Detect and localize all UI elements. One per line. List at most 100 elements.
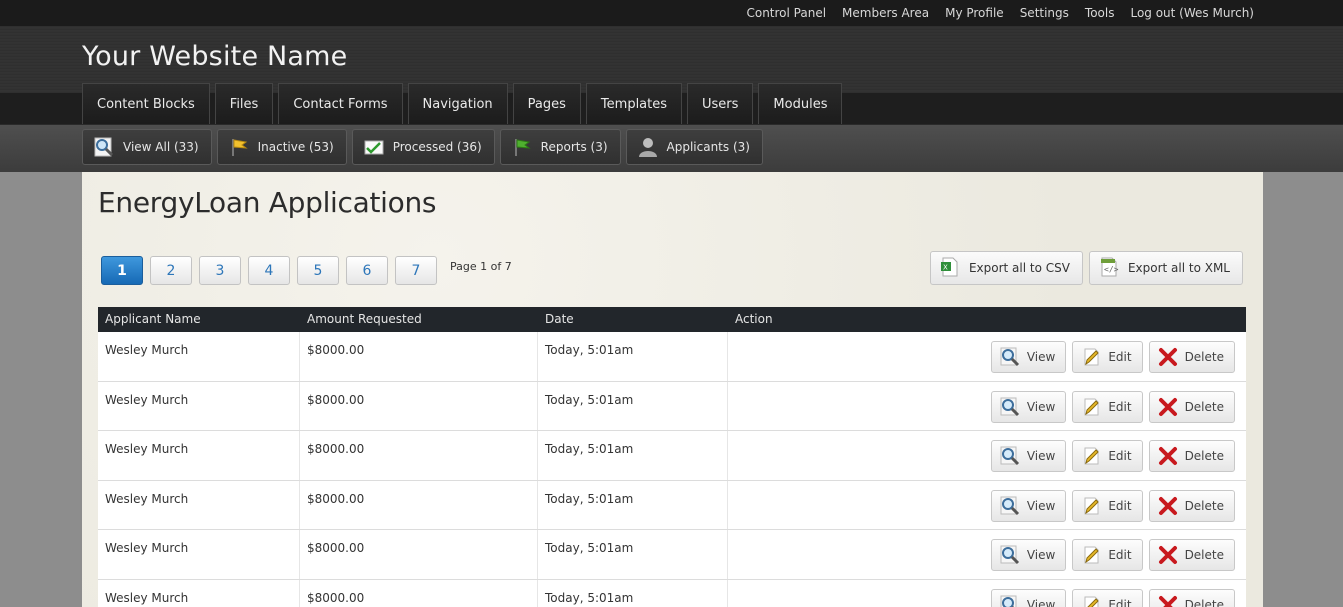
green-flag-icon bbox=[511, 136, 533, 158]
delete-label: Delete bbox=[1184, 350, 1224, 364]
tab-contact-forms[interactable]: Contact Forms bbox=[278, 83, 403, 124]
date-cell: Today, 5:01am bbox=[538, 579, 728, 607]
amount-cell: $8000.00 bbox=[300, 431, 538, 480]
subtab-view-all[interactable]: View All (33) bbox=[82, 129, 212, 165]
action-cell: View Edit Delete bbox=[728, 530, 1246, 579]
page-button-4[interactable]: 4 bbox=[248, 256, 290, 285]
date-cell: Today, 5:01am bbox=[538, 332, 728, 381]
delete-label: Delete bbox=[1184, 548, 1224, 562]
date-cell: Today, 5:01am bbox=[538, 480, 728, 529]
table-row: Wesley Murch $8000.00 Today, 5:01am View… bbox=[98, 480, 1246, 530]
edit-label: Edit bbox=[1108, 350, 1132, 364]
applicant-name-cell: Wesley Murch bbox=[98, 579, 300, 607]
magnifier-icon bbox=[999, 544, 1021, 566]
subtab-label: Processed (36) bbox=[392, 140, 482, 154]
view-button[interactable]: View bbox=[990, 588, 1067, 607]
magnifier-icon bbox=[999, 594, 1021, 607]
delete-button[interactable]: Delete bbox=[1148, 489, 1235, 522]
column-header-applicant-name[interactable]: Applicant Name bbox=[98, 307, 300, 332]
tab-users[interactable]: Users bbox=[687, 83, 754, 124]
table-row: Wesley Murch $8000.00 Today, 5:01am View… bbox=[98, 530, 1246, 580]
delete-button[interactable]: Delete bbox=[1148, 341, 1235, 373]
column-header-date[interactable]: Date bbox=[538, 307, 728, 332]
tab-modules[interactable]: Modules bbox=[758, 83, 843, 124]
view-label: View bbox=[1026, 498, 1056, 513]
action-cell: View Edit Delete bbox=[728, 431, 1246, 480]
export-xml-button[interactable]: </> Export all to XML bbox=[1088, 251, 1243, 285]
page-button-3[interactable]: 3 bbox=[199, 256, 241, 285]
edit-button[interactable]: Edit bbox=[1072, 489, 1143, 522]
page-button-7[interactable]: 7 bbox=[395, 256, 437, 285]
amount-cell: $8000.00 bbox=[300, 579, 538, 607]
table-row: Wesley Murch $8000.00 Today, 5:01am View… bbox=[98, 332, 1246, 382]
edit-button[interactable]: Edit bbox=[1072, 539, 1143, 571]
delete-label: Delete bbox=[1184, 399, 1224, 414]
tab-files[interactable]: Files bbox=[214, 83, 274, 124]
tab-pages[interactable]: Pages bbox=[512, 83, 581, 124]
page-button-6[interactable]: 6 bbox=[346, 256, 388, 285]
page-button-1[interactable]: 1 bbox=[101, 256, 143, 285]
subtab-reports[interactable]: Reports (3) bbox=[499, 129, 621, 165]
subtab-inactive[interactable]: Inactive (53) bbox=[216, 129, 347, 165]
edit-button[interactable]: Edit bbox=[1072, 341, 1143, 373]
tab-templates[interactable]: Templates bbox=[585, 83, 683, 124]
row-actions: View Edit Delete bbox=[990, 539, 1235, 571]
tab-content-blocks[interactable]: Content Blocks bbox=[82, 83, 210, 124]
subtab-processed[interactable]: Processed (36) bbox=[351, 129, 495, 165]
subtab-applicants[interactable]: Applicants (3) bbox=[625, 129, 763, 165]
amount-cell: $8000.00 bbox=[300, 381, 538, 430]
page-button-2[interactable]: 2 bbox=[150, 256, 192, 285]
pencil-icon bbox=[1080, 544, 1102, 566]
action-cell: View Edit Delete bbox=[728, 580, 1246, 607]
magnifier-icon bbox=[999, 396, 1021, 418]
table-body: Wesley Murch $8000.00 Today, 5:01am View… bbox=[98, 332, 1246, 607]
page-info: Page 1 of 7 bbox=[450, 260, 512, 273]
content-panel: EnergyLoan Applications 1 2 3 4 5 6 7 Pa… bbox=[82, 172, 1263, 607]
top-link-control-panel[interactable]: Control Panel bbox=[746, 6, 826, 20]
delete-button[interactable]: Delete bbox=[1148, 390, 1235, 423]
yellow-flag-icon bbox=[228, 136, 250, 158]
main-tabs: Content Blocks Files Contact Forms Navig… bbox=[82, 83, 843, 124]
pencil-icon bbox=[1080, 445, 1102, 467]
magnifier-icon bbox=[999, 495, 1021, 517]
view-button[interactable]: View bbox=[990, 341, 1067, 373]
site-title: Your Website Name bbox=[82, 41, 348, 72]
delete-button[interactable]: Delete bbox=[1148, 440, 1235, 472]
column-header-amount-requested[interactable]: Amount Requested bbox=[300, 307, 538, 332]
applicant-name-cell: Wesley Murch bbox=[98, 332, 300, 381]
view-button[interactable]: View bbox=[990, 440, 1067, 472]
view-button[interactable]: View bbox=[990, 390, 1067, 423]
export-csv-button[interactable]: X Export all to CSV bbox=[929, 251, 1083, 285]
top-link-tools[interactable]: Tools bbox=[1085, 6, 1115, 20]
delete-button[interactable]: Delete bbox=[1148, 539, 1235, 571]
red-x-icon bbox=[1157, 495, 1179, 517]
view-label: View bbox=[1026, 350, 1056, 364]
sub-tabs: View All (33) Inactive (53) Processed (3… bbox=[82, 129, 763, 165]
top-link-settings[interactable]: Settings bbox=[1020, 6, 1069, 20]
pencil-icon bbox=[1080, 495, 1102, 517]
top-utility-bar: Control Panel Members Area My Profile Se… bbox=[0, 0, 1343, 26]
edit-button[interactable]: Edit bbox=[1072, 588, 1143, 607]
red-x-icon bbox=[1157, 544, 1179, 566]
view-button[interactable]: View bbox=[990, 489, 1067, 522]
table-row: Wesley Murch $8000.00 Today, 5:01am View… bbox=[98, 381, 1246, 431]
edit-label: Edit bbox=[1108, 498, 1132, 513]
top-link-logout[interactable]: Log out (Wes Murch) bbox=[1130, 6, 1254, 20]
view-button[interactable]: View bbox=[990, 539, 1067, 571]
edit-button[interactable]: Edit bbox=[1072, 440, 1143, 472]
view-label: View bbox=[1026, 449, 1056, 463]
red-x-icon bbox=[1157, 346, 1179, 368]
action-cell: View Edit Delete bbox=[728, 481, 1246, 530]
delete-button[interactable]: Delete bbox=[1148, 588, 1235, 607]
tab-navigation[interactable]: Navigation bbox=[407, 83, 508, 124]
page-button-5[interactable]: 5 bbox=[297, 256, 339, 285]
row-actions: View Edit Delete bbox=[990, 588, 1235, 607]
magnifier-icon bbox=[93, 136, 115, 158]
edit-button[interactable]: Edit bbox=[1072, 390, 1143, 423]
top-link-members-area[interactable]: Members Area bbox=[842, 6, 929, 20]
top-link-my-profile[interactable]: My Profile bbox=[945, 6, 1004, 20]
pencil-icon bbox=[1080, 346, 1102, 368]
export-buttons: X Export all to CSV </> Export all to XM… bbox=[929, 251, 1243, 285]
svg-text:X: X bbox=[943, 263, 948, 271]
user-silhouette-icon bbox=[637, 136, 659, 158]
